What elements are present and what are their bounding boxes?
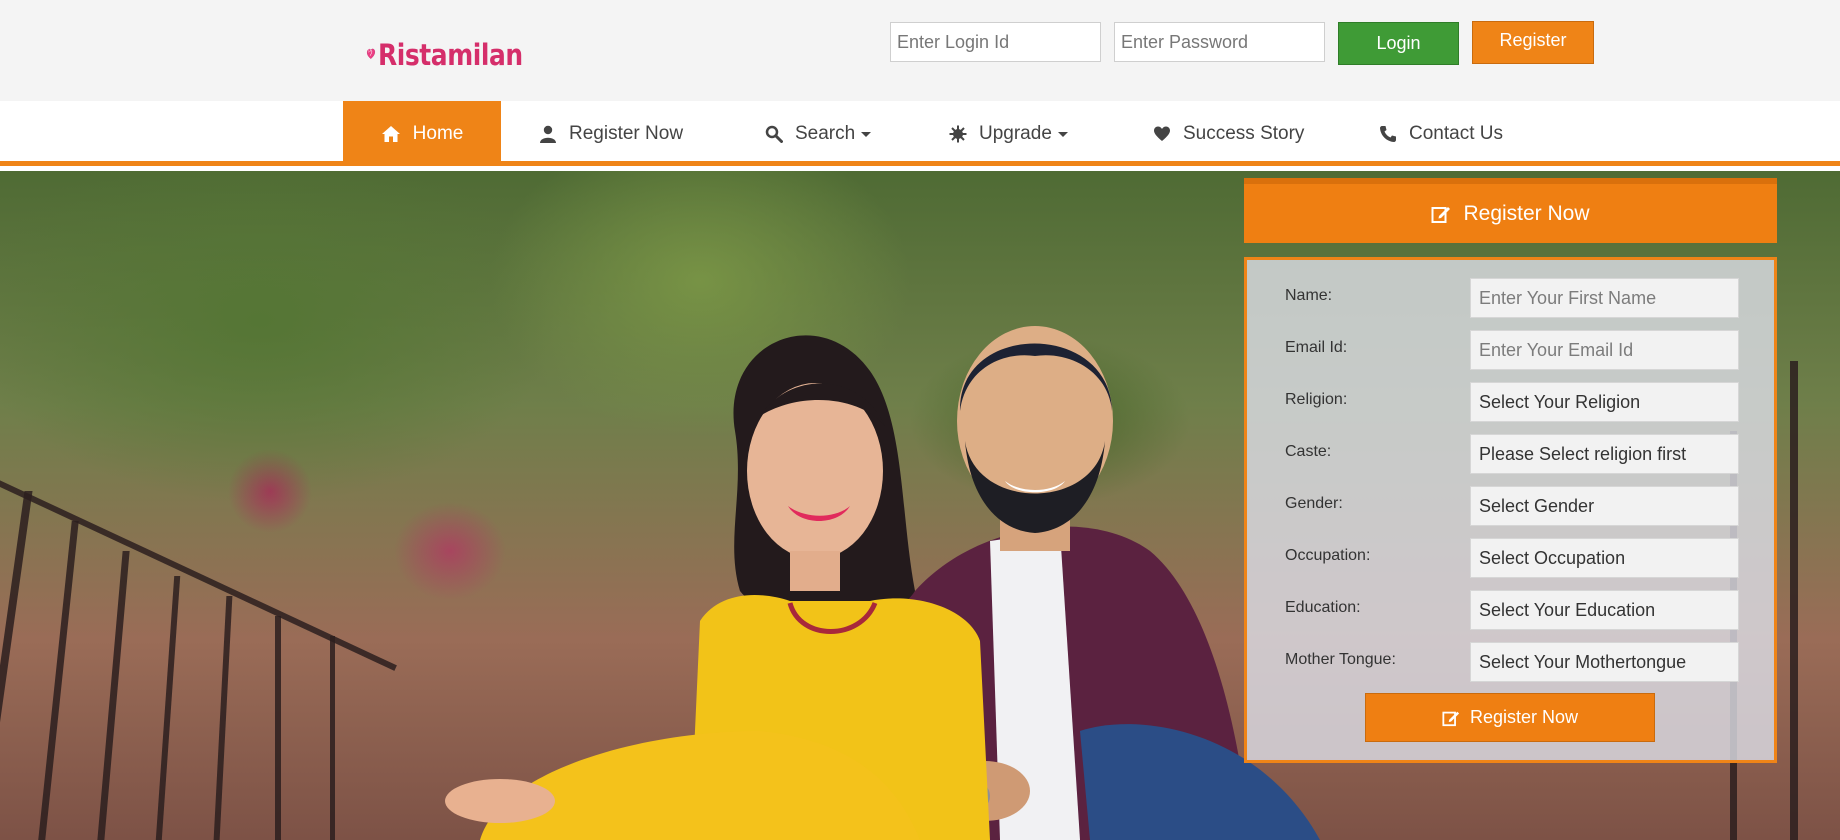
nav-item-home[interactable]: Home xyxy=(343,101,501,166)
mother-tongue-select[interactable]: Select Your Mothertongue xyxy=(1470,642,1739,682)
password-input[interactable] xyxy=(1114,22,1325,62)
phone-icon xyxy=(1379,125,1397,143)
nav-item-success-story[interactable]: Success Story xyxy=(1153,101,1304,166)
first-name-input[interactable]: Enter Your First Name xyxy=(1470,278,1739,318)
nav-item-label: Upgrade xyxy=(979,122,1052,144)
caste-select[interactable]: Please Select religion first xyxy=(1470,434,1739,474)
search-icon xyxy=(765,125,783,143)
email-input[interactable]: Enter Your Email Id xyxy=(1470,330,1739,370)
education-select[interactable]: Select Your Education xyxy=(1470,590,1739,630)
nav-item-register-now[interactable]: Register Now xyxy=(539,101,683,166)
occupation-label: Occupation: xyxy=(1285,547,1371,564)
logo-text: Ristamilan xyxy=(377,38,523,72)
user-icon xyxy=(539,125,557,143)
site-logo[interactable]: Ristamilan xyxy=(366,16,546,90)
register-form: Name: Enter Your First Name Email Id: En… xyxy=(1244,257,1777,763)
religion-select[interactable]: Select Your Religion xyxy=(1470,382,1739,422)
occupation-select[interactable]: Select Occupation xyxy=(1470,538,1739,578)
gender-select[interactable]: Select Gender xyxy=(1470,486,1739,526)
nav-item-label: Contact Us xyxy=(1409,122,1503,144)
edit-icon xyxy=(1431,204,1451,224)
login-id-input[interactable] xyxy=(890,22,1101,62)
register-panel-header: Register Now xyxy=(1244,178,1777,243)
heart-logo-icon xyxy=(367,48,375,59)
nav-item-upgrade[interactable]: Upgrade xyxy=(949,101,1068,166)
cog-icon xyxy=(949,125,967,143)
nav-item-label: Home xyxy=(412,122,464,144)
register-panel-title: Register Now xyxy=(1463,201,1590,225)
register-button[interactable]: Register xyxy=(1472,21,1594,64)
chevron-down-icon xyxy=(861,132,872,137)
name-label: Name: xyxy=(1285,287,1333,304)
login-button[interactable]: Login xyxy=(1338,22,1459,65)
nav-item-label: Search xyxy=(795,122,856,144)
heart-icon xyxy=(1153,126,1171,142)
edit-icon xyxy=(1442,709,1460,727)
caste-label: Caste: xyxy=(1285,443,1332,460)
main-nav: Home Register Now Search Upgrade Success… xyxy=(0,101,1840,166)
register-submit-label: Register Now xyxy=(1469,707,1579,727)
top-header: Ristamilan Login Register xyxy=(0,0,1840,101)
religion-label: Religion: xyxy=(1285,391,1348,408)
home-icon xyxy=(381,125,401,143)
register-submit-button[interactable]: Register Now xyxy=(1365,693,1655,742)
nav-item-search[interactable]: Search xyxy=(765,101,872,166)
email-label: Email Id: xyxy=(1285,339,1348,356)
nav-item-label: Success Story xyxy=(1183,122,1305,144)
education-label: Education: xyxy=(1285,599,1361,616)
mother-tongue-label: Mother Tongue: xyxy=(1285,651,1396,668)
nav-item-label: Register Now xyxy=(569,122,684,144)
gender-label: Gender: xyxy=(1285,495,1343,512)
nav-item-contact-us[interactable]: Contact Us xyxy=(1379,101,1503,166)
chevron-down-icon xyxy=(1057,132,1068,137)
